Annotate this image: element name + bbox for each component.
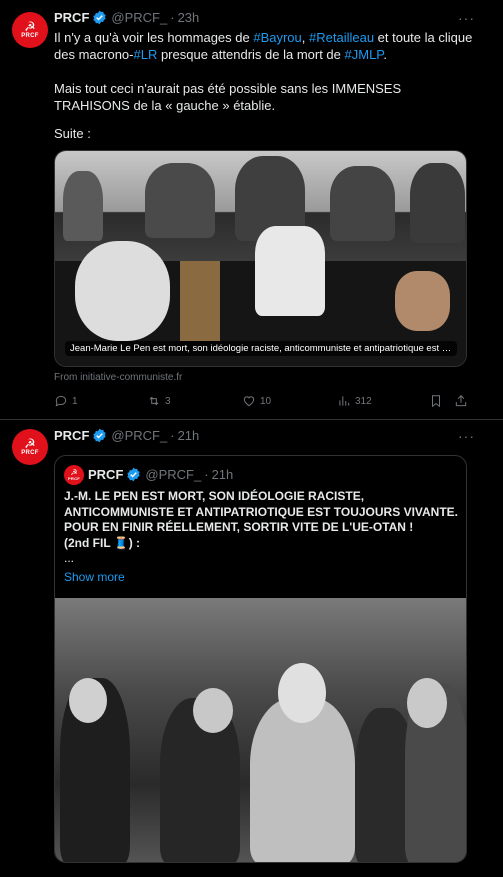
display-name[interactable]: PRCF — [54, 10, 89, 25]
views-icon — [339, 396, 350, 406]
separator: · — [170, 428, 175, 443]
action-bar: 1 3 10 312 — [54, 394, 474, 410]
like-button[interactable]: 10 — [242, 394, 271, 408]
repost-count: 3 — [165, 395, 171, 407]
separator: · — [204, 467, 209, 482]
verified-badge-icon — [127, 467, 141, 482]
views-count: 312 — [355, 395, 372, 407]
quote-handle: @PRCF_ — [145, 467, 202, 482]
more-options-icon[interactable]: ··· — [458, 428, 475, 444]
thread-label: (2nd FIL 🧵) : — [64, 535, 141, 550]
repost-icon — [149, 396, 159, 406]
hashtag-bayrou[interactable]: #Bayrou — [253, 30, 301, 45]
bookmark-icon — [432, 395, 440, 408]
tweet-header: PRCF @PRCF_ · 23h — [54, 10, 199, 25]
quote-display-name: PRCF — [88, 467, 124, 482]
timestamp[interactable]: 21h — [178, 428, 200, 443]
hammer-sickle-icon: ☭ — [24, 18, 36, 34]
reply-icon — [55, 395, 67, 407]
quote-ellipsis: ... — [64, 551, 75, 565]
tweet-header: PRCF @PRCF_ · 21h — [54, 428, 199, 443]
like-count: 10 — [260, 395, 272, 407]
bookmark-button[interactable] — [429, 394, 443, 408]
repost-button[interactable]: 3 — [147, 394, 171, 408]
separator: · — [170, 10, 175, 25]
show-more-link[interactable]: Show more — [64, 570, 125, 584]
text-segment: . — [383, 47, 387, 62]
tweet-2[interactable]: ☭ PRCF PRCF @PRCF_ · 21h ··· ☭ PRCF PRCF… — [0, 421, 503, 877]
more-options-icon[interactable]: ··· — [458, 10, 475, 26]
quote-image[interactable] — [55, 598, 466, 862]
avatar-label: PRCF — [67, 476, 81, 481]
heart-icon — [243, 396, 255, 407]
handle[interactable]: @PRCF_ — [111, 428, 167, 443]
hashtag-jmlp[interactable]: #JMLP — [345, 47, 384, 62]
tweet-1[interactable]: ☭ PRCF PRCF @PRCF_ · 23h ··· Il n'y a qu… — [0, 0, 503, 420]
views-button[interactable]: 312 — [337, 394, 372, 408]
verified-badge-icon — [93, 428, 107, 443]
avatar[interactable]: ☭ PRCF — [12, 12, 48, 48]
quote-text: J.-M. LE PEN EST MORT, SON IDÉOLOGIE RAC… — [64, 489, 459, 551]
text-segment: , — [301, 30, 309, 45]
reply-count: 1 — [72, 395, 78, 407]
avatar-label: PRCF — [21, 449, 39, 456]
display-name[interactable]: PRCF — [54, 428, 89, 443]
quote-header: PRCF @PRCF_ · 21h — [88, 467, 233, 482]
text-segment: presque attendris de la mort de — [157, 47, 345, 62]
handle[interactable]: @PRCF_ — [111, 10, 167, 25]
quote-timestamp: 21h — [211, 467, 234, 482]
share-icon — [455, 395, 467, 407]
quote-text-main: J.-M. LE PEN EST MORT, SON IDÉOLOGIE RAC… — [64, 489, 459, 534]
share-button[interactable] — [454, 394, 468, 408]
hammer-sickle-icon: ☭ — [24, 435, 36, 451]
timestamp[interactable]: 23h — [178, 10, 200, 25]
quoted-tweet[interactable]: ☭ PRCF PRCF @PRCF_ · 21h J.-M. LE PEN ES… — [54, 455, 467, 863]
hashtag-lr[interactable]: #LR — [133, 47, 157, 62]
link-card[interactable]: Jean-Marie Le Pen est mort, son idéologi… — [54, 150, 467, 367]
tweet-text: Il n'y a qu'à voir les hommages de #Bayr… — [54, 29, 474, 63]
text-segment: Il n'y a qu'à voir les hommages de — [54, 30, 254, 45]
hashtag-retailleau[interactable]: #Retailleau — [309, 30, 374, 45]
avatar[interactable]: ☭ PRCF — [12, 429, 48, 465]
reply-button[interactable]: 1 — [54, 394, 78, 408]
card-source[interactable]: From initiative-communiste.fr — [54, 372, 182, 383]
quote-avatar: ☭ PRCF — [64, 465, 84, 485]
card-title[interactable]: Jean-Marie Le Pen est mort, son idéologi… — [65, 341, 457, 356]
tweet-paragraph-3: Suite : — [54, 126, 91, 141]
verified-badge-icon — [93, 10, 107, 25]
tweet-paragraph-2: Mais tout ceci n'aurait pas été possible… — [54, 81, 402, 113]
avatar-label: PRCF — [21, 32, 39, 39]
